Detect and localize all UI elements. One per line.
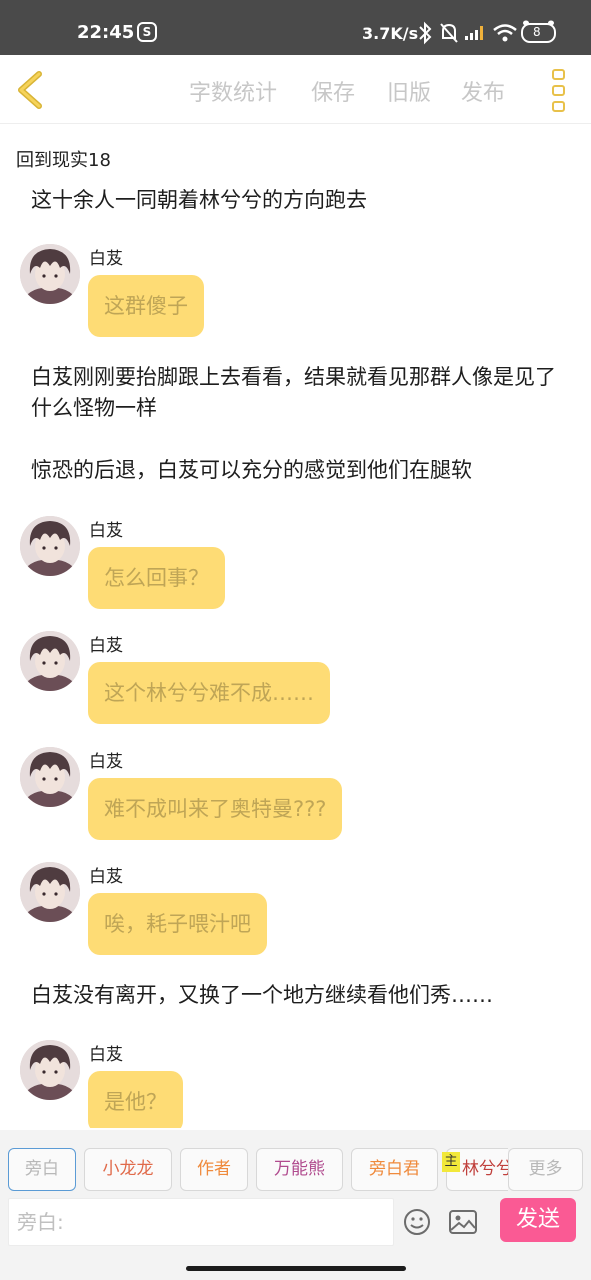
character-avatar-icon (20, 862, 80, 922)
narration-text[interactable]: 白芨刚刚要抬脚跟上去看看，结果就看见那群人像是见了什么怪物一样 (31, 362, 561, 424)
home-indicator[interactable] (186, 1266, 406, 1271)
chat-message[interactable]: 白芨 这群傻子 (0, 244, 591, 344)
emoji-icon[interactable] (403, 1208, 431, 1236)
input-bar: 旁白: 发送 (0, 1194, 591, 1280)
chat-bubble[interactable]: 这群傻子 (88, 275, 204, 337)
chat-bubble[interactable]: 难不成叫来了奥特曼??? (88, 778, 343, 840)
signal-icon (465, 26, 483, 40)
status-time: 22:45 (77, 22, 135, 43)
character-avatar-icon (20, 1040, 80, 1100)
character-name: 白芨 (89, 636, 123, 656)
host-badge: 主 (442, 1152, 460, 1172)
image-icon[interactable] (448, 1208, 478, 1236)
avatar[interactable] (20, 747, 80, 807)
more-roles-button[interactable]: 更多 (508, 1148, 583, 1191)
chat-bubble[interactable]: 是他？ (88, 1071, 183, 1128)
chat-message[interactable]: 白芨 怎么回事？ (0, 516, 591, 616)
character-avatar-icon (20, 747, 80, 807)
role-wannengxiong-button[interactable]: 万能熊 (256, 1148, 343, 1191)
chat-bubble[interactable]: 怎么回事？ (88, 547, 225, 609)
app-badge-icon: S (137, 22, 157, 42)
bluetooth-icon (419, 21, 432, 45)
network-speed: 3.7K/s (362, 24, 419, 43)
narration-text[interactable]: 惊恐的后退，白芨可以充分的感觉到他们在腿软 (31, 455, 561, 486)
character-name: 白芨 (89, 1045, 123, 1065)
character-name: 白芨 (89, 249, 123, 269)
character-avatar-icon (20, 516, 80, 576)
character-avatar-icon (20, 631, 80, 691)
send-button[interactable]: 发送 (500, 1198, 576, 1242)
avatar[interactable] (20, 516, 80, 576)
word-count-button[interactable]: 字数统计 (189, 75, 277, 107)
role-narrator-jun-button[interactable]: 旁白君 (351, 1148, 438, 1191)
avatar[interactable] (20, 631, 80, 691)
story-feed: 这十余人一同朝着林兮兮的方向跑去 白芨 这群傻子 白芨刚刚要抬脚跟上去看看，结果… (0, 188, 591, 1128)
chapter-title: 回到现实18 (16, 150, 111, 171)
role-selector-bar: 旁白 小龙龙 作者 万能熊 旁白君 林兮兮 主 更多 (0, 1130, 591, 1194)
narration-text[interactable]: 这十余人一同朝着林兮兮的方向跑去 (31, 188, 561, 216)
avatar[interactable] (20, 1040, 80, 1100)
chevron-left-icon (18, 71, 42, 109)
role-narrator-button[interactable]: 旁白 (8, 1148, 76, 1191)
character-name: 白芨 (89, 867, 123, 887)
status-bar: 22:45 S 3.7K/s 8 (0, 0, 591, 55)
old-version-button[interactable]: 旧版 (387, 75, 431, 107)
chat-message[interactable]: 白芨 难不成叫来了奥特曼??? (0, 747, 591, 847)
publish-button[interactable]: 发布 (461, 75, 505, 107)
chat-message[interactable]: 白芨 是他？ (0, 1040, 591, 1128)
character-name: 白芨 (89, 752, 123, 772)
avatar[interactable] (20, 244, 80, 304)
character-name: 白芨 (89, 521, 123, 541)
back-button[interactable] (12, 69, 48, 111)
avatar[interactable] (20, 862, 80, 922)
battery-level: 8 (533, 25, 541, 39)
wifi-icon (493, 24, 517, 42)
more-menu-button[interactable] (548, 67, 570, 115)
chat-bubble[interactable]: 这个林兮兮难不成…… (88, 662, 330, 724)
save-button[interactable]: 保存 (311, 75, 355, 107)
role-xiaolonglong-button[interactable]: 小龙龙 (84, 1148, 172, 1191)
chat-bubble[interactable]: 唉，耗子喂汁吧 (88, 893, 267, 955)
mute-bell-icon (440, 23, 458, 43)
role-author-button[interactable]: 作者 (180, 1148, 248, 1191)
chat-message[interactable]: 白芨 这个林兮兮难不成…… (0, 631, 591, 731)
chat-message[interactable]: 白芨 唉，耗子喂汁吧 (0, 862, 591, 962)
character-avatar-icon (20, 244, 80, 304)
narration-text[interactable]: 白芨没有离开，又换了一个地方继续看他们秀…… (31, 980, 561, 1011)
message-input[interactable]: 旁白: (8, 1198, 394, 1246)
top-bar: 字数统计 保存 旧版 发布 (0, 55, 591, 124)
